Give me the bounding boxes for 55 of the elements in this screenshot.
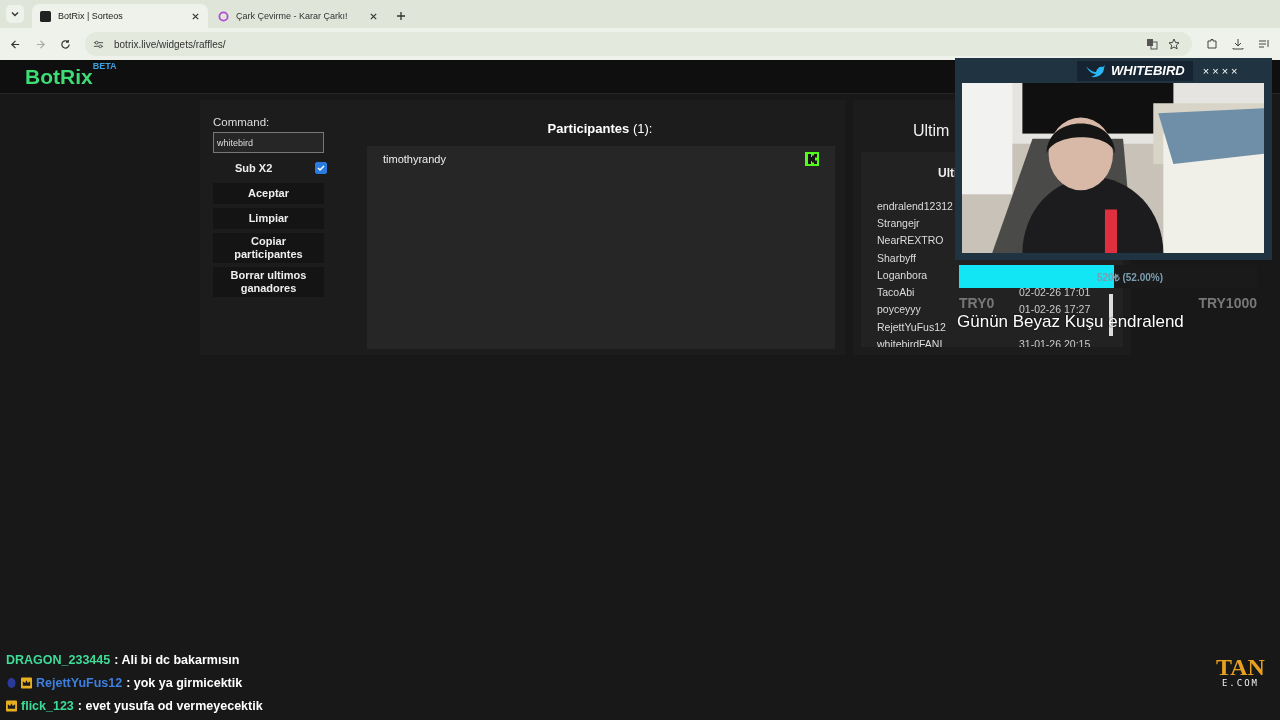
site-settings-icon[interactable] xyxy=(93,38,104,50)
winner-name: NearREXTRO xyxy=(877,234,944,247)
favicon-icon xyxy=(218,10,229,22)
command-label: Command: xyxy=(213,116,271,128)
goal-min: TRY0 xyxy=(959,295,995,311)
reload-icon[interactable] xyxy=(60,38,71,50)
address-field[interactable]: botrix.live/widgets/raffles/ xyxy=(85,32,1192,56)
beta-label: BETA xyxy=(92,60,117,71)
platform-logo-icon xyxy=(805,152,819,166)
winner-name: Strangejr xyxy=(877,216,920,229)
back-icon[interactable] xyxy=(10,38,21,50)
star-icon[interactable] xyxy=(1168,38,1180,50)
winner-name: Loganbora xyxy=(877,268,928,281)
drop-badge-icon xyxy=(6,677,17,689)
winner-name: Sharbyff xyxy=(877,251,916,264)
chat-message: : Ali bi dc bakarmısın xyxy=(114,653,240,667)
decor-marks: × × × × xyxy=(1202,64,1238,77)
streamer-nameplate: WHITEBIRD xyxy=(1077,60,1193,81)
channel-logo-domain: E.COM xyxy=(1221,678,1259,688)
chat-message: : evet yusufa od vermeyecektik xyxy=(77,699,263,713)
action-button[interactable]: Aceptar xyxy=(213,183,324,204)
crown-badge-icon xyxy=(21,677,32,689)
winner-name: endralend12312 xyxy=(877,199,953,212)
participants-title: Participantes (1): xyxy=(547,121,653,136)
crown-badge-icon xyxy=(6,700,17,712)
translate-icon[interactable] xyxy=(1146,38,1158,50)
winner-name: poyceyyy xyxy=(877,303,921,316)
action-button[interactable]: Borrar ultimos ganadores xyxy=(213,267,324,297)
command-field[interactable]: whitebird xyxy=(213,132,324,153)
favicon-icon xyxy=(40,10,51,22)
site-logo[interactable]: BotRix xyxy=(25,64,93,89)
chat-username: flick_123 xyxy=(21,699,74,713)
winners-title: Ultim xyxy=(913,122,950,140)
chat-username: RejettYuFus12 xyxy=(36,676,123,690)
close-icon[interactable] xyxy=(191,11,200,21)
extensions-icon[interactable] xyxy=(1206,38,1218,50)
goal-max: TRY1000 xyxy=(1198,295,1257,311)
browser-tab[interactable]: Çark Çevirme - Karar Çarkı! xyxy=(210,4,386,28)
tab-list-button[interactable] xyxy=(6,5,24,23)
winner-date: 02-02-26 17:01 xyxy=(1019,286,1091,299)
action-button[interactable]: Limpiar xyxy=(213,208,324,229)
winner-date: 01-02-26 17:27 xyxy=(1019,303,1091,316)
participant-name: timothyrandy xyxy=(383,153,446,165)
chat-message: : yok ya girmicektik xyxy=(126,676,243,690)
download-icon[interactable] xyxy=(1232,38,1244,50)
winner-name: RejettYuFus12 xyxy=(877,320,946,333)
browser-tab[interactable]: BotRix | Sorteos xyxy=(32,4,208,28)
winner-name: TacoAbi xyxy=(877,286,915,299)
sub-label: Sub X2 xyxy=(235,162,273,174)
channel-logo: TAN xyxy=(1216,656,1265,678)
new-tab-icon[interactable] xyxy=(396,11,406,21)
sub-checkbox[interactable] xyxy=(315,162,328,174)
action-button[interactable]: Copiar participantes xyxy=(213,233,324,263)
chat-username: DRAGON_233445 xyxy=(6,653,111,667)
close-icon[interactable] xyxy=(369,11,378,21)
